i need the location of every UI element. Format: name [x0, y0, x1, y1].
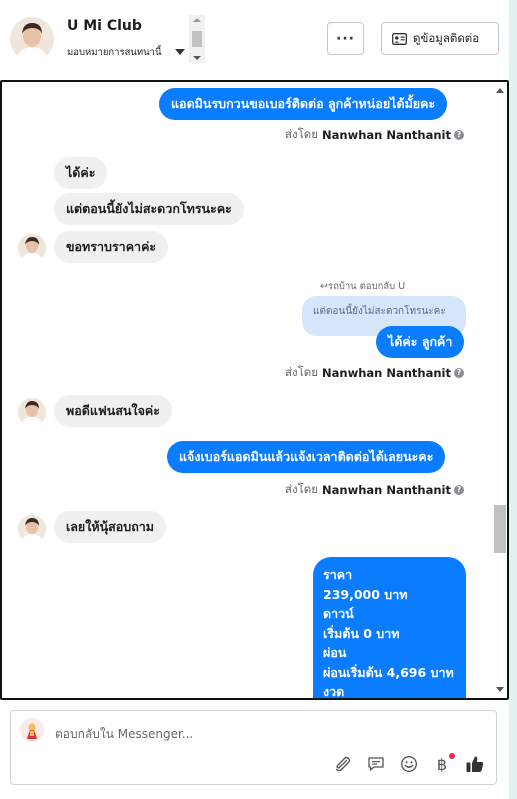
price-line: เริ่มต้น 0 บาท	[323, 625, 400, 641]
price-line: 239,000 บาท	[323, 586, 408, 602]
scroll-up-icon[interactable]	[193, 18, 201, 22]
sent-by-prefix: ส่งโดย	[284, 365, 319, 379]
help-icon[interactable]: ?	[454, 130, 464, 140]
assign-scrollbar[interactable]	[189, 15, 205, 63]
price-line: ราคา	[323, 567, 353, 582]
saved-reply-icon[interactable]	[365, 753, 387, 775]
reply-composer[interactable]: ตอบกลับใน Messenger... ฿	[10, 710, 497, 785]
incoming-message: พอดีแฟนสนใจค่ะ	[54, 395, 172, 427]
price-line: ผ่อน	[323, 645, 347, 660]
more-icon: ···	[336, 30, 355, 47]
page-avatar[interactable]	[10, 17, 54, 61]
baht-symbol: ฿	[436, 754, 448, 774]
like-icon[interactable]	[464, 753, 486, 775]
sent-by-name: Nanwhan Nanthanit	[322, 128, 451, 142]
help-icon[interactable]: ?	[454, 368, 464, 378]
incoming-message: เลยให้นุ้สอบถาม	[54, 511, 167, 543]
sent-by-prefix: ส่งโดย	[284, 482, 319, 496]
scroll-thumb[interactable]	[494, 505, 506, 553]
customer-avatar	[18, 515, 46, 543]
price-line: ผ่อนเริ่มต้น 4,696 บาท	[323, 664, 454, 680]
sender-avatar	[20, 718, 44, 742]
payment-icon[interactable]: ฿	[431, 753, 455, 775]
message-input[interactable]: ตอบกลับใน Messenger...	[55, 725, 193, 744]
incoming-message: ขอทราบราคาค่ะ	[54, 231, 169, 263]
sent-by-name: Nanwhan Nanthanit	[322, 483, 451, 497]
view-contact-button[interactable]: ดูข้อมูลติดต่อ	[381, 22, 499, 55]
sent-by-name: Nanwhan Nanthanit	[322, 366, 451, 380]
price-info-message: ราคา 239,000 บาท ดาวน์ เริ่มต้น 0 บาท ผ่…	[313, 557, 466, 699]
scroll-up-icon[interactable]	[496, 88, 504, 93]
outgoing-message: แอดมินรบกวนขอเบอร์ติดต่อ ลูกค้าหน่อยได้ม…	[159, 88, 448, 120]
scroll-thumb[interactable]	[192, 31, 202, 47]
price-line: ดาวน์	[323, 606, 354, 621]
message-thread[interactable]: แอดมินรบกวนขอเบอร์ติดต่อ ลูกค้าหน่อยได้ม…	[0, 80, 509, 700]
composer-toolbar: ฿	[321, 753, 486, 775]
side-strip	[509, 0, 517, 799]
sent-by-label: ส่งโดย Nanwhan Nanthanit ?	[285, 481, 464, 499]
emoji-icon[interactable]	[398, 753, 420, 775]
scroll-down-icon[interactable]	[193, 56, 201, 60]
view-contact-label: ดูข้อมูลติดต่อ	[413, 30, 480, 45]
price-line: งวด	[323, 684, 345, 699]
outgoing-message: ได้ค่ะ ลูกค้า	[376, 326, 465, 358]
sent-by-prefix: ส่งโดย	[284, 127, 319, 141]
customer-avatar	[18, 398, 46, 426]
customer-avatar	[18, 234, 46, 262]
scroll-down-icon[interactable]	[496, 687, 504, 692]
paperclip-icon[interactable]	[332, 753, 354, 775]
thread-scrollbar[interactable]	[493, 82, 507, 698]
sent-by-label: ส่งโดย Nanwhan Nanthanit ?	[285, 364, 464, 382]
contact-card-icon	[392, 32, 407, 45]
more-options-button[interactable]: ···	[327, 22, 364, 55]
incoming-message: แต่ตอนนี้ยังไม่สะดวกโทรนะคะ	[54, 193, 244, 225]
notification-dot	[449, 753, 455, 759]
conversation-header: U Mi Club มอบหมายการสนทนานี้ ··· ดูข้อมู…	[0, 0, 509, 80]
sent-by-label: ส่งโดย Nanwhan Nanthanit ?	[285, 126, 464, 144]
page-name: U Mi Club	[67, 18, 142, 34]
assign-conversation-dropdown[interactable]: มอบหมายการสนทนานี้	[67, 45, 162, 60]
incoming-message: ได้ค่ะ	[54, 157, 108, 189]
reply-context-label: ↩รถบ้าน ตอบกลับ U	[320, 281, 406, 292]
outgoing-message: แจ้งเบอร์แอดมินแล้วแจ้งเวลาติดต่อได้เลยน…	[167, 441, 446, 473]
help-icon[interactable]: ?	[454, 485, 464, 495]
chevron-down-icon[interactable]	[175, 49, 185, 55]
